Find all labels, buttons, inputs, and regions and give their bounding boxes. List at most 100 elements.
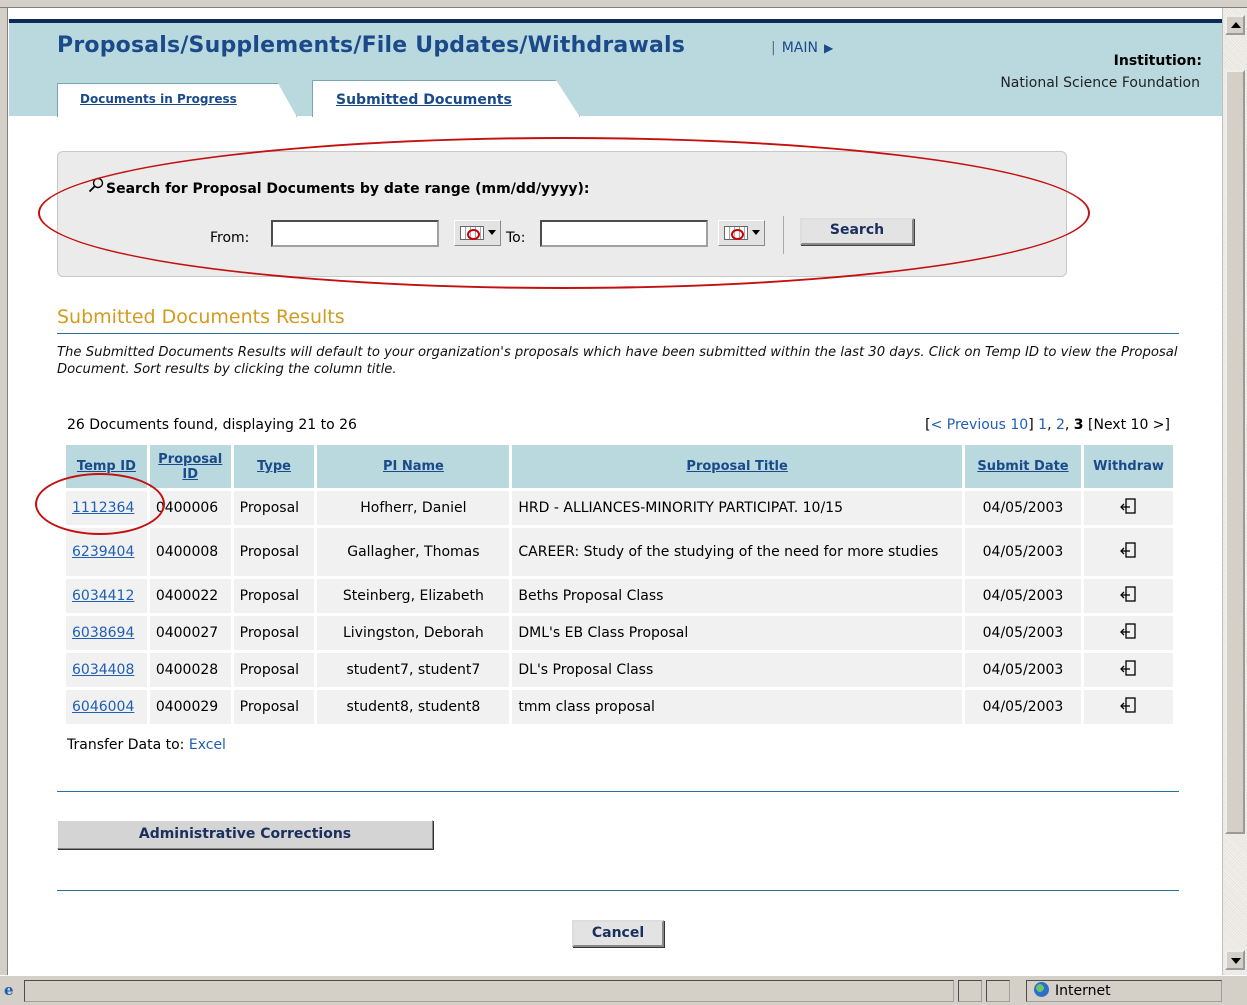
proposal-title: Beths Proposal Class bbox=[512, 579, 962, 613]
pager-current-page: 3 bbox=[1073, 417, 1084, 433]
pi-name: Steinberg, Elizabeth bbox=[317, 579, 510, 613]
document-type: Proposal bbox=[233, 528, 315, 576]
search-heading-text: Search for Proposal Documents by date ra… bbox=[106, 181, 590, 197]
transfer-label: Transfer Data to: bbox=[67, 737, 185, 753]
page: Proposals/Supplements/File Updates/Withd… bbox=[9, 8, 1222, 975]
arrow-up-icon bbox=[1231, 22, 1241, 28]
withdraw-icon[interactable] bbox=[1119, 497, 1138, 515]
temp-id-link[interactable]: 6046004 bbox=[72, 699, 134, 715]
temp-id-link[interactable]: 6038694 bbox=[72, 625, 134, 641]
table-row: 6038694 0400027 Proposal Livingston, Deb… bbox=[66, 616, 1173, 650]
pager-next[interactable]: Next 10 > bbox=[1093, 417, 1164, 433]
scroll-thumb[interactable] bbox=[1225, 70, 1245, 834]
submit-date: 04/05/2003 bbox=[964, 579, 1082, 613]
proposal-title: tmm class proposal bbox=[512, 690, 962, 724]
results-table: Temp ID Proposal ID Type PI Name Proposa… bbox=[63, 442, 1176, 727]
table-row: 1112364 0400006 Proposal Hofherr, Daniel… bbox=[66, 491, 1173, 525]
submit-date: 04/05/2003 bbox=[964, 616, 1082, 650]
temp-id-link[interactable]: 1112364 bbox=[72, 500, 134, 516]
search-button[interactable]: Search bbox=[800, 218, 914, 245]
ie-icon: e bbox=[4, 981, 14, 999]
status-text-cell bbox=[24, 980, 954, 1002]
table-row: 6034408 0400028 Proposal student7, stude… bbox=[66, 653, 1173, 687]
submit-date: 04/05/2003 bbox=[964, 653, 1082, 687]
column-header-proposal-title[interactable]: Proposal Title bbox=[512, 445, 962, 488]
column-header-temp-id[interactable]: Temp ID bbox=[66, 445, 147, 488]
column-header-submit-date[interactable]: Submit Date bbox=[964, 445, 1082, 488]
from-calendar-button[interactable] bbox=[454, 220, 501, 246]
table-row: 6239404 0400008 Proposal Gallagher, Thom… bbox=[66, 528, 1173, 576]
cancel-button[interactable]: Cancel bbox=[572, 920, 664, 947]
tab-submitted-documents[interactable]: Submitted Documents bbox=[312, 80, 580, 117]
chevron-down-icon bbox=[488, 230, 496, 235]
to-calendar-button[interactable] bbox=[718, 220, 765, 246]
excel-link[interactable]: Excel bbox=[189, 737, 226, 753]
search-panel: Search for Proposal Documents by date ra… bbox=[57, 151, 1067, 277]
zone-indicator: Internet bbox=[1034, 982, 1111, 999]
withdraw-icon[interactable] bbox=[1119, 622, 1138, 640]
proposal-title: CAREER: Study of the studying of the nee… bbox=[512, 528, 962, 576]
zone-label: Internet bbox=[1055, 983, 1111, 999]
magnifier-icon bbox=[88, 177, 106, 197]
document-type: Proposal bbox=[233, 690, 315, 724]
document-type: Proposal bbox=[233, 616, 315, 650]
pi-name: student8, student8 bbox=[317, 690, 510, 724]
status-cell bbox=[986, 980, 1010, 1002]
proposal-id: 0400028 bbox=[149, 653, 231, 687]
table-row: 6034412 0400022 Proposal Steinberg, Eliz… bbox=[66, 579, 1173, 613]
separator: | bbox=[771, 40, 776, 56]
pager-page-1[interactable]: 1 bbox=[1038, 417, 1047, 433]
from-date-input[interactable] bbox=[271, 220, 439, 247]
temp-id-link[interactable]: 6034412 bbox=[72, 588, 134, 604]
arrow-right-icon: ▶ bbox=[823, 41, 834, 55]
column-header-proposal-id[interactable]: Proposal ID bbox=[149, 445, 231, 488]
proposal-id: 0400029 bbox=[149, 690, 231, 724]
submit-date: 04/05/2003 bbox=[964, 491, 1082, 525]
search-heading: Search for Proposal Documents by date ra… bbox=[88, 177, 590, 197]
scroll-down-button[interactable] bbox=[1225, 950, 1245, 970]
withdraw-icon[interactable] bbox=[1119, 659, 1138, 677]
proposal-id: 0400027 bbox=[149, 616, 231, 650]
tab-documents-in-progress[interactable]: Documents in Progress bbox=[57, 83, 297, 117]
proposal-title: DL's Proposal Class bbox=[512, 653, 962, 687]
pi-name: Gallagher, Thomas bbox=[317, 528, 510, 576]
scroll-up-button[interactable] bbox=[1225, 15, 1245, 35]
vertical-scrollbar[interactable] bbox=[1222, 8, 1247, 975]
column-header-type[interactable]: Type bbox=[233, 445, 315, 488]
column-header-pi-name[interactable]: PI Name bbox=[317, 445, 510, 488]
globe-icon bbox=[1034, 982, 1049, 997]
submit-date: 04/05/2003 bbox=[964, 690, 1082, 724]
window-frame-top bbox=[0, 0, 1247, 8]
transfer-data: Transfer Data to: Excel bbox=[67, 737, 226, 753]
proposal-title: HRD - ALLIANCES-MINORITY PARTICIPAT. 10/… bbox=[512, 491, 962, 525]
column-header-withdraw: Withdraw bbox=[1084, 445, 1173, 488]
arrow-down-icon bbox=[1231, 958, 1241, 964]
proposal-title: DML's EB Class Proposal bbox=[512, 616, 962, 650]
institution-value: National Science Foundation bbox=[1000, 75, 1200, 91]
withdraw-icon[interactable] bbox=[1119, 696, 1138, 714]
pager-page-2[interactable]: 2 bbox=[1056, 417, 1065, 433]
temp-id-link[interactable]: 6239404 bbox=[72, 544, 134, 560]
institution-label: Institution: bbox=[1113, 53, 1202, 69]
to-date-input[interactable] bbox=[540, 220, 708, 247]
pi-name: student7, student7 bbox=[317, 653, 510, 687]
administrative-corrections-button[interactable]: Administrative Corrections bbox=[57, 820, 433, 849]
withdraw-icon[interactable] bbox=[1119, 541, 1138, 559]
calendar-icon bbox=[724, 226, 748, 240]
main-link-label[interactable]: MAIN bbox=[782, 40, 818, 56]
temp-id-link[interactable]: 6034408 bbox=[72, 662, 134, 678]
divider bbox=[57, 791, 1179, 792]
status-bar: e Internet bbox=[0, 975, 1247, 1005]
results-title: Submitted Documents Results bbox=[57, 306, 345, 328]
main-link[interactable]: | MAIN ▶ bbox=[771, 40, 833, 56]
from-label: From: bbox=[210, 230, 250, 246]
withdraw-icon[interactable] bbox=[1119, 585, 1138, 603]
pager-previous[interactable]: < Previous 10 bbox=[931, 417, 1029, 433]
results-description: The Submitted Documents Results will def… bbox=[57, 345, 1178, 377]
pagination: [< Previous 10] 1, 2, 3 [Next 10 >] bbox=[925, 417, 1170, 433]
document-type: Proposal bbox=[233, 491, 315, 525]
table-row: 6046004 0400029 Proposal student8, stude… bbox=[66, 690, 1173, 724]
pi-name: Livingston, Deborah bbox=[317, 616, 510, 650]
calendar-icon bbox=[460, 226, 484, 240]
chevron-down-icon bbox=[752, 230, 760, 235]
